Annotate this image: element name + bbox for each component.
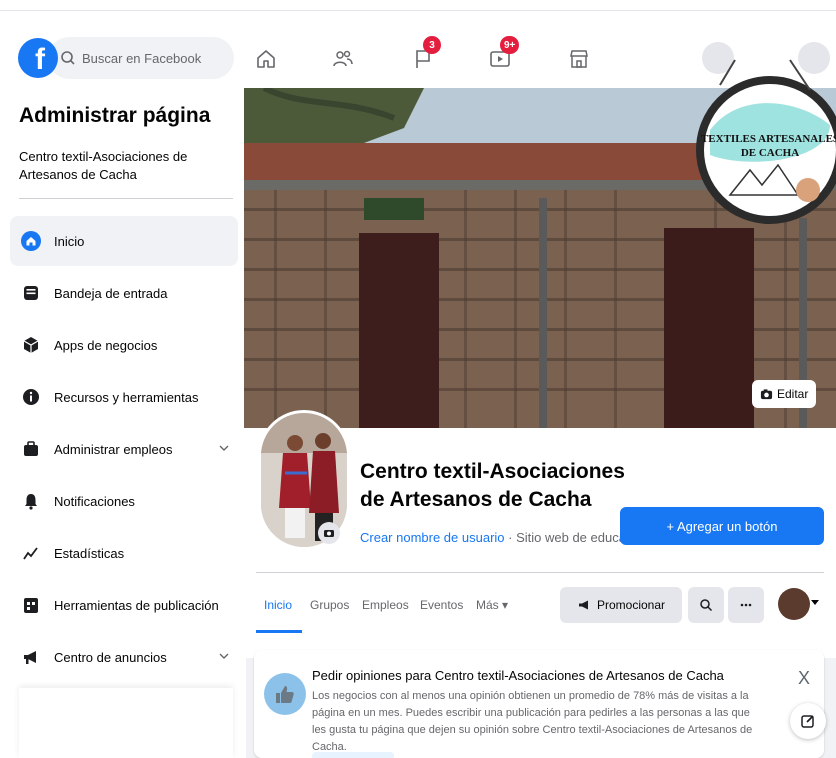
chevron-down-icon[interactable] [218,442,230,454]
nav-home-button[interactable] [251,44,281,74]
sidebar-footer-panel [19,688,233,758]
search-page-button[interactable] [688,587,724,623]
sidebar-item-jobs[interactable]: Administrar empleos [10,424,238,474]
tab-grupos[interactable]: Grupos [310,598,349,612]
logo-text-line1: TEXTILES ARTESANALES [701,133,836,145]
card-title: Pedir opiniones para Centro textil-Asoci… [312,668,724,683]
logo-text-line2: DE CACHA [741,147,799,159]
chart-icon [20,542,42,564]
store-icon [570,50,588,68]
sidebar-item-label: Recursos y herramientas [54,389,199,405]
search-placeholder: Buscar en Facebook [82,50,202,66]
cube-icon [20,334,42,356]
chevron-down-icon[interactable] [218,650,230,662]
card-action-button[interactable] [312,752,394,758]
sidebar-item-label: Inicio [54,233,85,249]
home-outline-icon [257,50,275,68]
camera-icon [760,388,773,399]
textiles-logo-badge: TEXTILES ARTESANALES DE CACHA [696,59,836,224]
sidebar-item-ad-center[interactable]: Centro de anuncios [10,632,238,682]
sidebar-item-label: Notificaciones [54,493,135,509]
briefcase-icon [20,438,42,460]
people-icon [333,50,353,67]
sidebar-title: Administrar página [19,104,211,127]
sidebar-item-label: Herramientas de publicación [54,597,219,613]
sidebar-item-label: Estadísticas [54,545,125,561]
sidebar-item-label: Administrar empleos [54,441,173,457]
page-meta: Crear nombre de usuario · Sitio web de e… [360,530,650,545]
promote-label: Promocionar [596,598,666,612]
promote-button[interactable]: Promocionar [560,587,682,623]
tab-inicio[interactable]: Inicio [264,598,292,612]
sidebar-item-notifications[interactable]: Notificaciones [10,476,238,526]
caret-down-icon[interactable] [811,600,819,605]
sidebar-item-insights[interactable]: Estadísticas [10,528,238,578]
card-body: Los negocios con al menos una opinión ob… [312,690,753,753]
facebook-logo-icon[interactable]: f [18,38,58,78]
create-username-link[interactable]: Crear nombre de usuario [360,530,505,545]
header-divider [256,572,824,573]
search-icon [700,599,713,612]
sidebar-item-inicio[interactable]: Inicio [10,216,238,266]
notifications-badge: 3 [423,36,441,54]
sidebar-item-publishing-tools[interactable]: Herramientas de publicación [10,580,238,630]
compose-icon [801,715,814,728]
megaphone-icon [20,646,42,668]
home-icon [20,230,42,252]
search-icon [61,51,75,65]
sidebar-item-label: Bandeja de entrada [54,285,168,301]
calendar-icon [20,594,42,616]
profile-photo-camera-button[interactable] [318,522,340,544]
manage-page-sidebar: Administrar página Centro textil-Asociac… [0,88,246,758]
sidebar-item-label: Centro de anuncios [54,649,167,665]
sidebar-page-name[interactable]: Centro textil-Asociaciones de Artesanos … [19,148,229,184]
sidebar-item-resources[interactable]: Recursos y herramientas [10,372,238,422]
inbox-icon [20,282,42,304]
bell-icon [20,490,42,512]
sidebar-item-label: Apps de negocios [54,337,158,353]
acting-as-avatar[interactable] [778,588,810,620]
ellipsis-icon [740,603,752,607]
new-message-button[interactable] [790,703,826,739]
megaphone-icon [578,600,588,610]
edit-cover-button[interactable]: Editar [752,380,817,408]
info-icon [20,386,42,408]
sidebar-divider [19,198,233,199]
camera-icon [324,530,334,537]
nav-flag-button[interactable]: 3 [408,36,441,74]
active-tab-indicator [256,630,302,633]
more-options-button[interactable] [728,587,764,623]
nav-marketplace-button[interactable] [564,44,594,74]
close-card-button[interactable]: X [798,668,810,689]
tab-empleos[interactable]: Empleos [362,598,409,612]
thumbs-up-icon [264,673,306,715]
nav-people-button[interactable] [328,44,358,74]
page-title: Centro textil-Asociaciones de Artesanos … [360,460,625,511]
tab-more[interactable]: Más ▾ [476,598,508,612]
sidebar-item-business-apps[interactable]: Apps de negocios [10,320,238,370]
sidebar-item-inbox[interactable]: Bandeja de entrada [10,268,238,318]
search-input[interactable]: Buscar en Facebook [48,37,234,79]
top-divider [0,10,836,11]
add-button-cta[interactable]: + Agregar un botón [620,507,824,545]
nav-watch-button[interactable]: 9+ [485,36,520,74]
tab-eventos[interactable]: Eventos [420,598,463,612]
edit-cover-label: Editar [777,387,809,401]
